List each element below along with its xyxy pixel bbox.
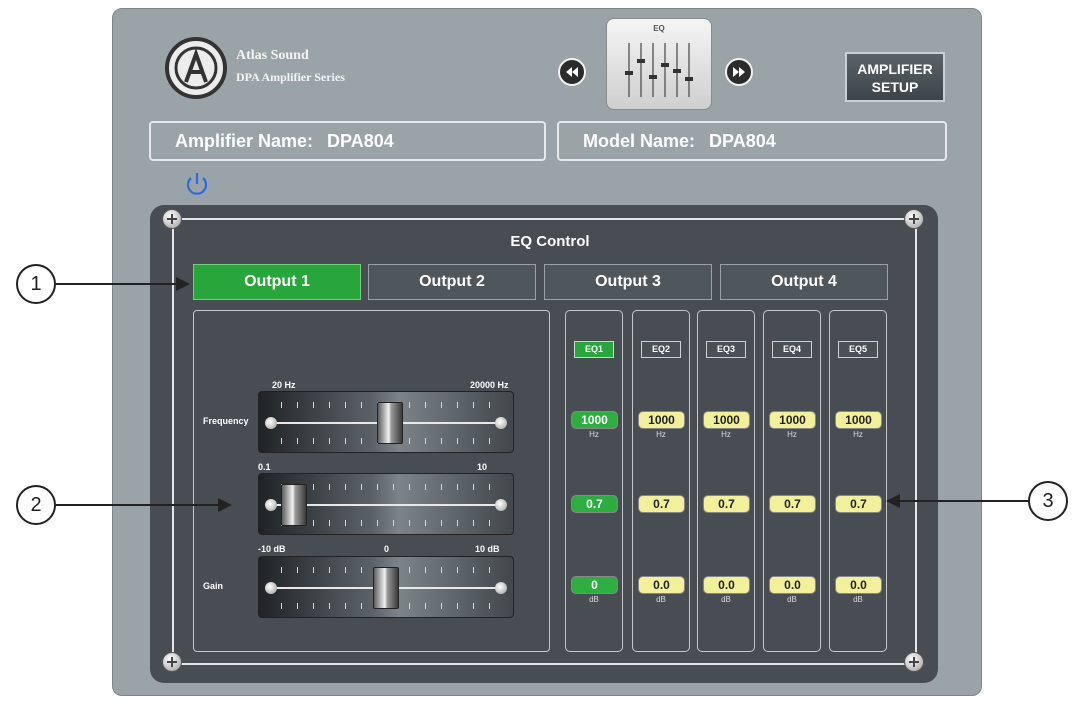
amp-name-value: DPA804 bbox=[327, 131, 394, 151]
q-value[interactable]: 0.7 bbox=[571, 495, 618, 513]
tab-output-1[interactable]: Output 1 bbox=[193, 264, 361, 300]
eq-band-column: EQ5 1000 Hz 0.7 0.0 dB bbox=[829, 310, 887, 652]
frequency-unit: Hz bbox=[721, 430, 731, 439]
callout-arrow bbox=[56, 283, 184, 285]
q-slider-thumb[interactable] bbox=[281, 484, 307, 526]
amp-name-label: Amplifier Name: bbox=[175, 131, 314, 151]
frequency-slider-thumb[interactable] bbox=[377, 402, 403, 444]
eq-band-column: EQ1 1000 Hz 0.7 0 dB bbox=[565, 310, 623, 652]
gain-value[interactable]: 0.0 bbox=[835, 576, 882, 594]
screw-icon bbox=[904, 209, 924, 229]
power-icon[interactable] bbox=[183, 170, 211, 198]
q-min-label: 0.1 bbox=[258, 462, 271, 472]
gain-unit: dB bbox=[853, 595, 863, 604]
callout-arrow bbox=[56, 504, 226, 506]
frequency-unit: Hz bbox=[853, 430, 863, 439]
amplifier-setup-button[interactable]: AMPLIFIER SETUP bbox=[845, 52, 945, 102]
frequency-label: Frequency bbox=[203, 416, 249, 426]
q-value[interactable]: 0.7 bbox=[769, 495, 816, 513]
eq-band-button[interactable]: EQ2 bbox=[641, 341, 681, 358]
frequency-max-label: 20000 Hz bbox=[470, 380, 509, 390]
next-page-button[interactable] bbox=[725, 58, 753, 86]
gain-min-label: -10 dB bbox=[258, 544, 286, 554]
gain-value[interactable]: 0.0 bbox=[638, 576, 685, 594]
q-value[interactable]: 0.7 bbox=[835, 495, 882, 513]
frequency-unit: Hz bbox=[589, 430, 599, 439]
arrowhead-icon bbox=[886, 494, 900, 508]
gain-unit: dB bbox=[721, 595, 731, 604]
q-value[interactable]: 0.7 bbox=[638, 495, 685, 513]
gain-slider[interactable] bbox=[258, 556, 514, 618]
brand-series: DPA Amplifier Series bbox=[236, 70, 345, 84]
frequency-unit: Hz bbox=[656, 430, 666, 439]
gain-unit: dB bbox=[787, 595, 797, 604]
rewind-icon bbox=[566, 67, 578, 77]
tab-output-2[interactable]: Output 2 bbox=[368, 264, 536, 300]
frequency-value[interactable]: 1000 bbox=[571, 411, 618, 429]
frequency-min-label: 20 Hz bbox=[272, 380, 296, 390]
brand-name: Atlas Sound bbox=[236, 48, 309, 63]
frequency-slider[interactable] bbox=[258, 391, 514, 453]
tab-output-3[interactable]: Output 3 bbox=[544, 264, 712, 300]
atlas-logo bbox=[165, 37, 227, 99]
eq-band-column: EQ2 1000 Hz 0.7 0.0 dB bbox=[632, 310, 690, 652]
gain-value[interactable]: 0 bbox=[571, 576, 618, 594]
callout-1: 1 bbox=[16, 264, 56, 304]
callout-2: 2 bbox=[16, 485, 56, 525]
model-name-label: Model Name: bbox=[583, 131, 696, 151]
q-slider[interactable] bbox=[258, 473, 514, 535]
previous-page-button[interactable] bbox=[558, 58, 586, 86]
setup-label-line1: AMPLIFIER bbox=[857, 61, 933, 77]
frequency-value[interactable]: 1000 bbox=[703, 411, 750, 429]
screw-icon bbox=[162, 652, 182, 672]
arrowhead-icon bbox=[218, 498, 232, 512]
q-max-label: 10 bbox=[477, 462, 488, 472]
eq-band-button[interactable]: EQ4 bbox=[772, 341, 812, 358]
eq-band-column: EQ4 1000 Hz 0.7 0.0 dB bbox=[763, 310, 821, 652]
gain-label: Gain bbox=[203, 581, 224, 591]
eq-band-button[interactable]: EQ1 bbox=[574, 341, 614, 358]
eq-control-title: EQ Control bbox=[510, 233, 590, 250]
gain-mid-label: 0 bbox=[384, 544, 390, 554]
eq-thumb-label: EQ bbox=[653, 24, 665, 33]
gain-unit: dB bbox=[589, 595, 599, 604]
gain-unit: dB bbox=[656, 595, 666, 604]
q-value[interactable]: 0.7 bbox=[703, 495, 750, 513]
eq-band-button[interactable]: EQ5 bbox=[838, 341, 878, 358]
gain-slider-thumb[interactable] bbox=[373, 567, 399, 609]
callout-arrow bbox=[896, 500, 1028, 502]
tab-output-4[interactable]: Output 4 bbox=[720, 264, 888, 300]
screw-icon bbox=[162, 209, 182, 229]
eq-band-column: EQ3 1000 Hz 0.7 0.0 dB bbox=[697, 310, 755, 652]
frequency-unit: Hz bbox=[787, 430, 797, 439]
arrowhead-icon bbox=[176, 277, 190, 291]
eq-sliders-icon bbox=[625, 43, 693, 97]
fast-forward-icon bbox=[733, 67, 745, 77]
frequency-value[interactable]: 1000 bbox=[835, 411, 882, 429]
model-name-value: DPA804 bbox=[709, 131, 776, 151]
screw-icon bbox=[904, 652, 924, 672]
gain-value[interactable]: 0.0 bbox=[769, 576, 816, 594]
frequency-value[interactable]: 1000 bbox=[769, 411, 816, 429]
gain-value[interactable]: 0.0 bbox=[703, 576, 750, 594]
frequency-value[interactable]: 1000 bbox=[638, 411, 685, 429]
gain-max-label: 10 dB bbox=[475, 544, 500, 554]
setup-label-line2: SETUP bbox=[871, 79, 919, 95]
amplifier-name-field: Amplifier Name: DPA804 bbox=[149, 121, 546, 161]
eq-band-button[interactable]: EQ3 bbox=[706, 341, 746, 358]
callout-3: 3 bbox=[1028, 481, 1068, 521]
eq-page-thumbnail[interactable]: EQ bbox=[606, 18, 712, 110]
model-name-field: Model Name: DPA804 bbox=[557, 121, 947, 161]
